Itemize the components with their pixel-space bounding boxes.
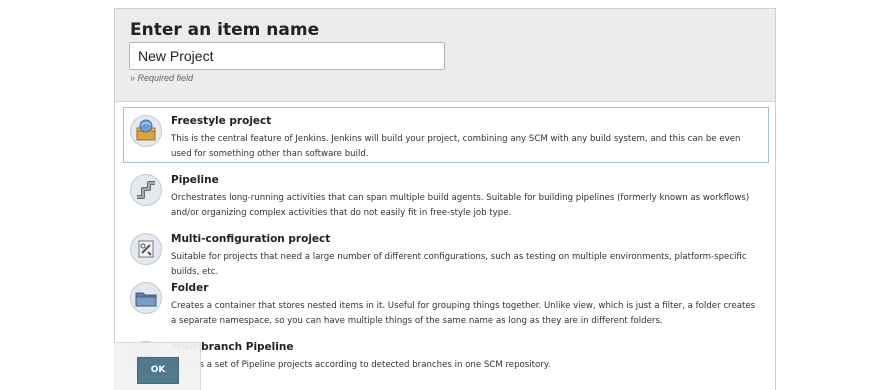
item-type-description: Orchestrates long-running activities tha… — [171, 193, 750, 218]
folder-icon — [130, 282, 162, 314]
new-item-dialog: Enter an item name New Project » Require… — [114, 8, 776, 390]
item-name-section: Enter an item name New Project » Require… — [115, 9, 775, 102]
page-title: Enter an item name — [130, 20, 320, 40]
item-type-freestyle-project[interactable]: Freestyle project This is the central fe… — [123, 107, 769, 163]
ok-button[interactable]: OK — [137, 357, 179, 384]
required-field-hint: » Required field — [130, 73, 194, 83]
item-type-title: Pipeline — [171, 174, 219, 186]
pipeline-icon — [130, 174, 162, 206]
freestyle-project-icon — [130, 115, 162, 147]
ok-button-panel: OK — [114, 342, 201, 390]
item-type-description: This is the central feature of Jenkins. … — [171, 134, 741, 159]
multi-configuration-icon — [130, 233, 162, 265]
item-type-title: Folder — [171, 282, 209, 294]
item-type-description: Creates a container that stores nested i… — [171, 301, 756, 326]
item-type-folder[interactable]: Folder Creates a container that stores n… — [123, 274, 769, 330]
item-type-multibranch-pipeline[interactable]: Multibranch Pipeline Creates a set of Pi… — [123, 333, 769, 381]
item-type-multi-configuration-project[interactable]: Multi-configuration project Suitable for… — [123, 225, 769, 277]
item-type-title: Multi-configuration project — [171, 233, 331, 245]
item-type-title: Freestyle project — [171, 115, 272, 127]
item-type-pipeline[interactable]: Pipeline Orchestrates long-running activ… — [123, 166, 769, 222]
item-name-input[interactable]: New Project — [129, 42, 445, 70]
item-type-description: Creates a set of Pipeline projects accor… — [171, 360, 551, 370]
